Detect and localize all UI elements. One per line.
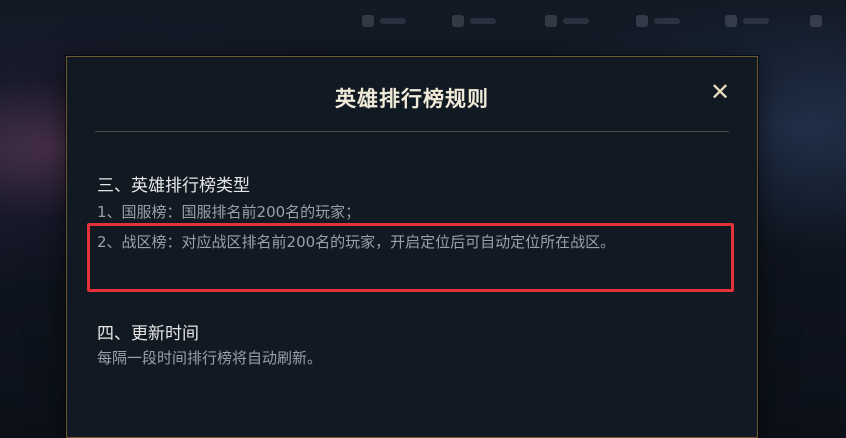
nav-icon [545,15,557,27]
dialog-title: 英雄排行榜规则 [335,87,489,111]
nav-label-placeholder [380,18,406,24]
title-divider [95,131,729,132]
nav-icon [636,15,648,27]
section-heading-update-time: 四、更新时间 [97,324,199,344]
highlight-annotation-box [87,223,734,292]
nav-label-placeholder [470,18,496,24]
hero-ranking-rules-dialog: 英雄排行榜规则 ✕ 三、英雄排行榜类型 1、国服榜：国服排名前200名的玩家； … [66,56,758,438]
nav-item-6 [810,10,822,32]
nav-icon [362,15,374,27]
nav-icon [810,15,822,27]
nav-item-1 [362,10,406,32]
rule-item-national: 1、国服榜：国服排名前200名的玩家； [97,203,361,221]
nav-item-2 [452,10,496,32]
close-icon[interactable]: ✕ [707,79,733,105]
background-top-nav [0,0,846,50]
section-heading-ranking-types: 三、英雄排行榜类型 [97,176,250,196]
nav-label-placeholder [563,18,589,24]
nav-item-3 [545,10,589,32]
nav-icon [452,15,464,27]
nav-item-5 [725,10,769,32]
nav-label-placeholder [654,18,680,24]
nav-icon [725,15,737,27]
nav-item-4 [636,10,680,32]
nav-label-placeholder [743,18,769,24]
rule-item-refresh: 每隔一段时间排行榜将自动刷新。 [97,349,323,367]
